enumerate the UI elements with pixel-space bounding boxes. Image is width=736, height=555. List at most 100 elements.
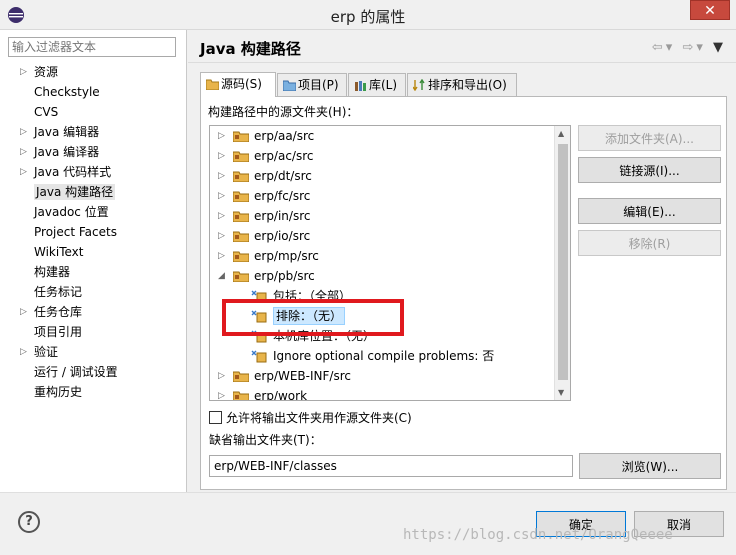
sidebar-item[interactable]: ▷ Java 编译器 [0,142,186,162]
sidebar-item-label: 构建器 [34,265,71,279]
package-folder-icon [233,271,249,282]
back-arrow-icon[interactable]: ⇦▾ [652,40,675,55]
sidebar-item-label: Project Facets [34,225,117,239]
expand-arrow-icon[interactable]: ▷ [218,386,228,400]
sidebar-item[interactable]: Javadoc 位置 [0,202,186,222]
expand-arrow-icon[interactable]: ◢ [218,266,228,286]
expand-arrow-icon[interactable]: ▷ [218,226,228,246]
preference-tree: ▷ 资源 Checkstyle CVS ▷ Java 编辑器 ▷ Java 编译器 ▷ Java … [0,62,186,402]
sidebar-item[interactable]: 任务标记 [0,282,186,302]
expand-arrow-icon[interactable]: ▷ [218,126,228,146]
sidebar-item-label: 项目引用 [34,325,83,339]
sidebar-item[interactable]: ▷ Java 编辑器 [0,122,186,142]
sidebar-item-label: WikiText [34,245,84,259]
sidebar-item[interactable]: Project Facets [0,222,186,242]
sidebar-item-label: Java 编辑器 [34,125,100,139]
package-folder-icon [233,231,249,242]
order-export-icon [413,79,425,91]
filter-input[interactable] [8,37,176,57]
remove-button[interactable]: 移除(R) [578,230,721,256]
package-folder-icon [233,211,249,222]
sidebar-item-label: 任务仓库 [34,305,83,319]
folder-label: erp/in/src [254,209,311,223]
add-folder-button[interactable]: 添加文件夹(A)... [578,125,721,151]
allow-output-row[interactable]: 允许将输出文件夹用作源文件夹(C) [209,409,412,426]
sidebar-item[interactable]: CVS [0,102,186,122]
sidebar-item-label: Java 构建路径 [34,184,116,200]
output-folder-field[interactable] [209,455,573,477]
sidebar-item-label: 验证 [34,345,59,359]
sidebar-item[interactable]: Checkstyle [0,82,186,102]
expand-arrow-icon[interactable]: ▷ [218,206,228,226]
tab-projects[interactable]: 项目(P) [277,73,347,97]
expand-arrow-icon[interactable]: ▷ [218,366,228,386]
filter-attribute-icon [251,350,267,363]
sidebar-item-label: 运行 / 调试设置 [34,365,118,379]
sidebar-item[interactable]: 重构历史 [0,382,186,402]
allow-output-checkbox[interactable] [209,411,222,424]
tab-label: 排序和导出(O) [428,78,507,92]
expand-arrow-icon[interactable]: ▷ [20,162,30,182]
sidebar-item[interactable]: Java 构建路径 [0,182,186,202]
left-panel: ▷资源CheckstyleCVS▷Java 编辑器▷Java 编译器▷Java … [0,30,187,492]
attribute-label: Ignore optional compile problems: 否 [273,349,495,363]
sidebar-item[interactable]: ▷ 任务仓库 [0,302,186,322]
link-source-button[interactable]: 链接源(I)... [578,157,721,183]
tab-label: 库(L) [369,78,398,92]
sidebar-item-label: CVS [34,105,59,119]
expand-arrow-icon[interactable]: ▷ [20,342,30,362]
sidebar-item[interactable]: WikiText [0,242,186,262]
expand-arrow-icon[interactable]: ▷ [20,142,30,162]
package-folder-icon [233,251,249,262]
sidebar-item-label: 任务标记 [34,285,83,299]
close-button[interactable]: ✕ [690,0,730,20]
tab-libraries[interactable]: 库(L) [348,73,406,97]
folder-label: erp/work [254,389,308,401]
edit-button[interactable]: 编辑(E)... [578,198,721,224]
browse-button[interactable]: 浏览(W)... [579,453,721,479]
expand-arrow-icon[interactable]: ▷ [218,166,228,186]
output-folder-label: 缺省输出文件夹(T)： [209,433,322,447]
expand-arrow-icon[interactable]: ▷ [20,302,30,322]
source-folders-label: 构建路径中的源文件夹(H)： [208,105,359,119]
expand-arrow-icon[interactable]: ▷ [20,62,30,82]
source-folder-icon [206,79,219,90]
allow-output-label: 允许将输出文件夹用作源文件夹(C) [226,411,412,425]
sidebar-item-label: Javadoc 位置 [34,205,109,219]
sidebar-item[interactable]: ▷ 资源 [0,62,186,82]
sidebar-item[interactable]: 构建器 [0,262,186,282]
expand-arrow-icon[interactable]: ▷ [218,186,228,206]
sidebar-item[interactable]: ▷ 验证 [0,342,186,362]
sidebar-item[interactable]: 运行 / 调试设置 [0,362,186,382]
folder-label: erp/dt/src [254,169,312,183]
source-folder-tree[interactable]: ▲ ▼ ▷ erp/aa/src ▷ erp/ac/src ▷ erp/dt/src ▷ er… [209,125,571,401]
window-title: erp 的属性 [330,8,406,26]
sidebar-item[interactable]: 项目引用 [0,322,186,342]
tab-order-export[interactable]: 排序和导出(O) [407,73,517,97]
folder-label: erp/fc/src [254,189,311,203]
scroll-up-icon[interactable]: ▲ [558,129,564,138]
highlight-box [222,299,404,336]
package-folder-icon [233,131,249,142]
expand-arrow-icon[interactable]: ▷ [218,246,228,266]
expand-arrow-icon[interactable]: ▷ [218,146,228,166]
forward-arrow-icon[interactable]: ⇨▾ [682,40,705,55]
expand-arrow-icon[interactable]: ▷ [20,122,30,142]
tab-label: 源码(S) [221,77,262,91]
folder-label: erp/pb/src [254,269,315,283]
header-divider [188,62,736,63]
tab-source[interactable]: 源码(S) [200,72,276,97]
folder-label: erp/io/src [254,229,311,243]
scrollbar-thumb[interactable] [558,144,568,380]
nav-arrows: ⇦▾ ⇨▾ ▼ [652,40,726,55]
tree-scrollbar[interactable]: ▲ ▼ [554,126,570,400]
scroll-down-icon[interactable]: ▼ [558,388,564,397]
help-icon[interactable]: ? [18,511,40,533]
tab-label: 项目(P) [298,78,339,92]
package-folder-icon [233,171,249,182]
menu-icon[interactable]: ▼ [713,40,726,55]
page-title: Java 构建路径 [200,40,301,58]
package-folder-icon [233,391,249,400]
watermark: https://blog.csdn.net/OrangQeeee [403,527,673,543]
sidebar-item[interactable]: ▷ Java 代码样式 [0,162,186,182]
